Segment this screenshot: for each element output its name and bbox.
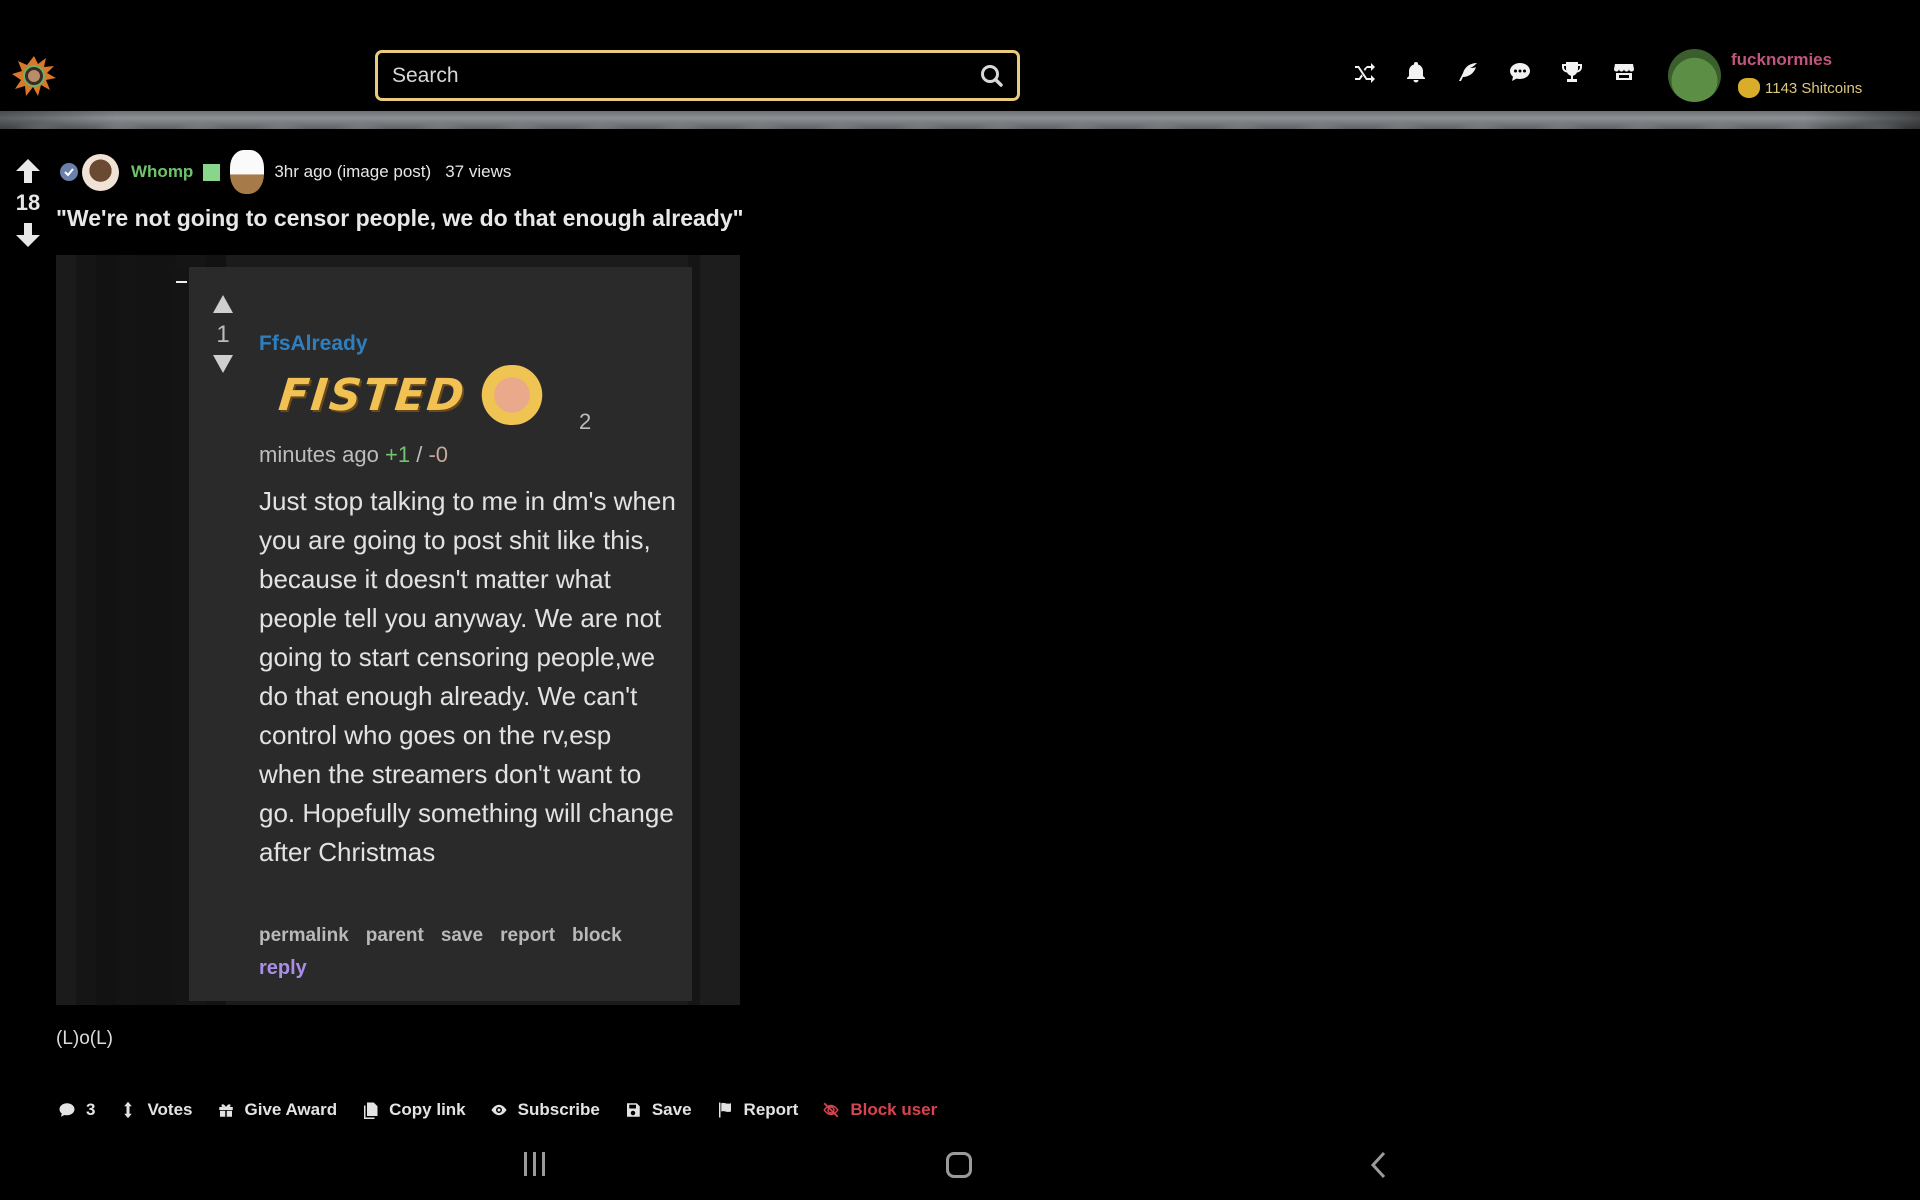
- comment-body: Just stop talking to me in dm's when you…: [259, 486, 676, 867]
- comment-downvotes: -0: [428, 442, 449, 467]
- copy-link-label: Copy link: [389, 1100, 466, 1119]
- comment-upvotes: +1: [384, 442, 411, 467]
- comment-action-report: report: [500, 925, 556, 946]
- embedded-comment: 1 FfsAlready FISTED 2 minutes ago +1 / -…: [189, 267, 692, 1001]
- user-name-link[interactable]: fucknormies: [1731, 50, 1832, 70]
- fist-icon: [471, 365, 552, 425]
- post-action-bar: 3 Votes Give Award Copy link Subscribe S…: [58, 1100, 961, 1120]
- post-vote-column: 18: [12, 156, 44, 250]
- header-divider-band: [0, 111, 1920, 129]
- coin-balance-label: 1143 Shitcoins: [1765, 79, 1863, 97]
- search-input[interactable]: [392, 53, 952, 98]
- nav-icon-bar: [1350, 58, 1662, 86]
- collapse-icon: [176, 281, 187, 283]
- votes-label: Votes: [147, 1100, 193, 1119]
- post-views: 37 views: [445, 162, 512, 181]
- floppy-disk-icon: [626, 1103, 640, 1117]
- post-time: 3hr ago (image post): [274, 162, 432, 181]
- subscribe-label: Subscribe: [517, 1100, 600, 1119]
- eye-slash-icon: [823, 1102, 839, 1118]
- bell-icon[interactable]: [1402, 58, 1430, 86]
- comments-count: 3: [86, 1100, 96, 1119]
- image-edge: [700, 255, 740, 1005]
- up-down-arrow-icon: [124, 1101, 133, 1119]
- report-button[interactable]: Report: [716, 1100, 799, 1120]
- comment-author: FfsAlready: [259, 332, 368, 355]
- give-award-label: Give Award: [244, 1100, 338, 1119]
- comment-upvote-icon: [213, 295, 233, 313]
- post-caption: (L)o(L): [56, 1028, 114, 1049]
- award-badge-text: FISTED: [276, 369, 469, 421]
- eye-icon: [491, 1104, 507, 1116]
- comment-action-parent: parent: [365, 925, 424, 946]
- shuffle-icon[interactable]: [1350, 58, 1378, 86]
- back-chevron-icon: [1370, 1151, 1386, 1179]
- recent-apps-icon: [524, 1152, 527, 1176]
- comment-collapse-bar: [174, 267, 189, 1001]
- chat-icon[interactable]: [1506, 58, 1534, 86]
- save-button[interactable]: Save: [624, 1100, 692, 1120]
- user-avatar[interactable]: [1668, 49, 1721, 102]
- post-score: 18: [15, 190, 41, 215]
- block-user-button[interactable]: Block user: [822, 1100, 937, 1120]
- upvote-arrow-icon[interactable]: [13, 156, 43, 186]
- coin-icon: [1738, 78, 1760, 98]
- give-award-button[interactable]: Give Award: [217, 1100, 338, 1120]
- comment-action-block: block: [572, 925, 622, 946]
- comment-reply: reply: [259, 957, 307, 979]
- gift-icon: [218, 1104, 233, 1117]
- post-title[interactable]: "We're not going to censor people, we do…: [56, 205, 744, 232]
- comment-vote-column: 1: [209, 295, 237, 373]
- site-logo[interactable]: [10, 52, 58, 100]
- award-count: 2: [579, 409, 592, 434]
- comment-award-badge: FISTED: [276, 365, 552, 425]
- author-hat-icon: [230, 150, 265, 194]
- system-navigation-bar: [0, 1140, 1920, 1200]
- copy-link-button[interactable]: Copy link: [361, 1100, 466, 1120]
- verified-badge-icon: [60, 163, 78, 181]
- top-header: fucknormies 1143 Shitcoins: [0, 0, 1920, 112]
- copy-icon: [364, 1102, 378, 1119]
- shop-icon[interactable]: [1610, 58, 1638, 86]
- subscribe-button[interactable]: Subscribe: [490, 1100, 600, 1120]
- report-label: Report: [743, 1100, 799, 1119]
- post-image[interactable]: 1 FfsAlready FISTED 2 minutes ago +1 / -…: [56, 255, 740, 1005]
- author-avatar[interactable]: [82, 153, 119, 191]
- trophy-icon[interactable]: [1558, 58, 1586, 86]
- recent-apps-button[interactable]: [524, 1152, 545, 1178]
- block-user-label: Block user: [850, 1100, 938, 1119]
- comment-icon: [59, 1103, 75, 1117]
- author-flair-square: [203, 163, 221, 181]
- back-button[interactable]: [1368, 1150, 1388, 1185]
- search-box: [375, 50, 1020, 101]
- comments-button[interactable]: 3: [58, 1100, 95, 1120]
- recent-apps-icon: [542, 1152, 545, 1176]
- comment-score: 1: [216, 321, 230, 348]
- downvote-arrow-icon[interactable]: [13, 220, 43, 250]
- comment-actions: permalink parent save report block: [259, 925, 639, 947]
- coin-balance[interactable]: 1143 Shitcoins: [1738, 78, 1862, 98]
- comment-action-save: save: [440, 925, 484, 946]
- comment-downvote-icon: [213, 355, 233, 373]
- home-button[interactable]: [946, 1152, 972, 1178]
- recent-apps-icon: [533, 1152, 536, 1176]
- flag-icon: [718, 1102, 731, 1118]
- vote-separator: /: [416, 442, 423, 467]
- post-meta: Whomp 3hr ago (image post) 37 views: [60, 150, 512, 194]
- author-name-link[interactable]: Whomp: [131, 162, 193, 182]
- comment-action-permalink: permalink: [259, 925, 349, 946]
- comment-time: minutes ago +1 / -0: [259, 442, 448, 468]
- comment-time-text: minutes ago: [259, 442, 379, 467]
- save-label: Save: [651, 1100, 692, 1119]
- search-icon[interactable]: [979, 63, 1005, 89]
- votes-button[interactable]: Votes: [119, 1100, 193, 1120]
- feather-icon[interactable]: [1454, 58, 1482, 86]
